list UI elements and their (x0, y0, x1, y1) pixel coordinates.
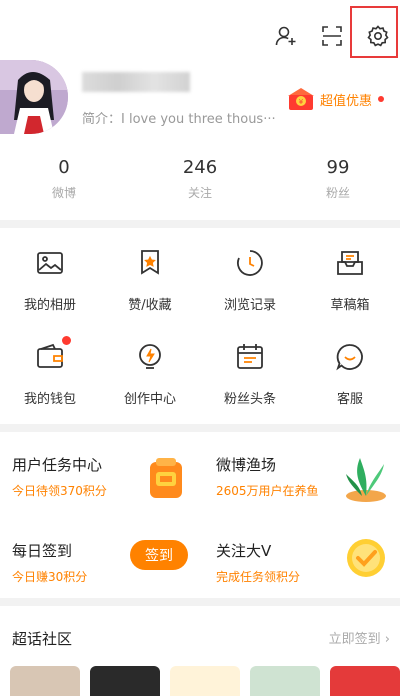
promo-label: 超值优惠 (320, 93, 373, 109)
topic-thumbnail[interactable] (90, 666, 160, 696)
username-blurred (82, 72, 190, 92)
task-subtitle: 2605万用户在养鱼 (216, 484, 319, 498)
task-user-center[interactable]: 用户任务中心 今日待领370积分 (0, 432, 200, 512)
grid-label: 浏览记录 (223, 298, 276, 313)
treasure-bag-icon (150, 458, 182, 498)
grid-item-creator[interactable]: 创作中心 (100, 328, 200, 418)
task-title: 每日签到 (12, 542, 73, 560)
task-panel: 用户任务中心 今日待领370积分 微博渔场 2605万用户在养鱼 每日签到 今日… (0, 432, 400, 598)
stat-fans[interactable]: 99 粉丝 (298, 156, 378, 201)
stat-label: 粉丝 (325, 186, 350, 200)
scan-icon[interactable] (316, 20, 348, 52)
grid-label: 草稿箱 (330, 298, 370, 313)
task-follow-v[interactable]: 关注大V 完成任务领积分 (200, 518, 400, 598)
drafts-icon (335, 248, 365, 278)
promo-badge-dot (378, 96, 385, 102)
stat-following[interactable]: 246 关注 (160, 156, 240, 201)
task-subtitle: 今日赚30积分 (12, 570, 88, 584)
super-topic-section: 超话社区 立即签到 › (0, 606, 400, 696)
stat-value: 246 (182, 157, 218, 178)
topic-thumbnail[interactable] (250, 666, 320, 696)
profile-header: 简介：I love you three thous··· ¥ 超值优惠 0 微博… (0, 0, 400, 220)
stat-value: 99 (326, 157, 350, 178)
stat-label: 关注 (187, 186, 212, 200)
task-subtitle: 完成任务领积分 (216, 570, 301, 584)
checkin-now-link[interactable]: 立即签到 › (329, 628, 390, 647)
task-title: 微博渔场 (216, 456, 277, 474)
favorite-icon (135, 248, 165, 278)
grid-item-customer-service[interactable]: 客服 (300, 328, 400, 418)
settings-highlight-box (350, 6, 398, 58)
grid-item-history[interactable]: 浏览记录 (200, 234, 300, 324)
creator-icon (135, 342, 165, 372)
checkin-button[interactable]: 签到 (130, 540, 188, 570)
topic-thumbnail[interactable] (10, 666, 80, 696)
section-title: 超话社区 (12, 630, 73, 648)
history-icon (235, 248, 265, 278)
profile-bio[interactable]: 简介：I love you three thous··· (82, 108, 276, 127)
customer-service-icon (335, 342, 365, 372)
topic-thumbnail[interactable] (170, 666, 240, 696)
grid-label: 我的相册 (23, 298, 76, 313)
grid-item-fan-headline[interactable]: 粉丝头条 (200, 328, 300, 418)
seaweed-icon (346, 458, 386, 502)
photo-album-icon (35, 248, 65, 278)
svg-text:¥: ¥ (299, 98, 304, 106)
calendar-icon (235, 342, 265, 372)
task-title: 关注大V (216, 542, 272, 560)
grid-item-favorites[interactable]: 赞/收藏 (100, 234, 200, 324)
task-fishery[interactable]: 微博渔场 2605万用户在养鱼 (200, 432, 400, 512)
grid-label: 创作中心 (123, 392, 176, 407)
promo-entry[interactable]: ¥ 超值优惠 (286, 86, 385, 112)
add-friend-icon[interactable] (270, 20, 302, 52)
grid-item-wallet[interactable]: 我的钱包 (0, 328, 100, 418)
grid-item-drafts[interactable]: 草稿箱 (300, 234, 400, 324)
grid-item-album[interactable]: 我的相册 (0, 234, 100, 324)
gift-icon: ¥ (288, 88, 314, 110)
grid-label: 粉丝头条 (223, 392, 276, 407)
check-coin-icon (347, 539, 385, 577)
stat-label: 微博 (51, 186, 76, 200)
grid-label: 我的钱包 (23, 392, 76, 407)
stat-weibo[interactable]: 0 微博 (24, 156, 104, 201)
topic-thumbnail[interactable] (330, 666, 400, 696)
grid-label: 客服 (336, 392, 363, 407)
task-subtitle: 今日待领370积分 (12, 484, 107, 498)
avatar[interactable] (0, 60, 68, 134)
task-title: 用户任务中心 (12, 456, 103, 474)
grid-label: 赞/收藏 (128, 298, 172, 313)
stat-value: 0 (58, 157, 70, 178)
wallet-icon (35, 336, 71, 372)
feature-grid: 我的相册 赞/收藏 浏览记录 草稿箱 我的钱包 创作中心 粉丝头条 客服 (0, 228, 400, 424)
wallet-badge-dot (62, 336, 71, 345)
